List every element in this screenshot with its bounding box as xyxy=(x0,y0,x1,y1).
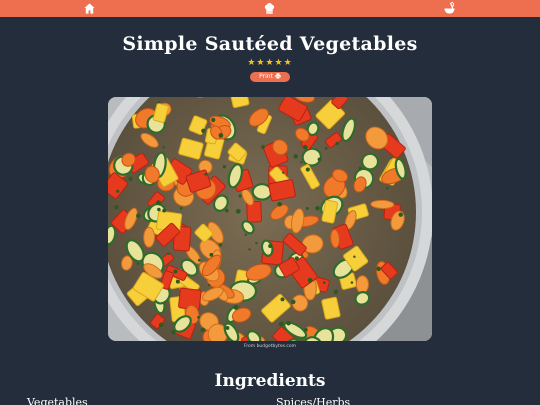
herb-fleck xyxy=(167,252,170,255)
herb-fleck xyxy=(322,281,326,284)
herb-fleck xyxy=(280,297,285,302)
sauteed-vegetables-photo xyxy=(108,97,432,341)
herb-fleck xyxy=(261,145,266,149)
herb-fleck xyxy=(175,279,180,284)
herb-fleck xyxy=(294,256,299,261)
herb-fleck xyxy=(286,320,291,326)
herb-fleck xyxy=(128,176,133,181)
herb-fleck xyxy=(291,299,296,305)
herb-fleck xyxy=(293,154,298,159)
herb-fleck xyxy=(158,322,164,328)
herb-fleck xyxy=(179,207,183,210)
herb-fleck xyxy=(324,147,328,150)
herb-fleck xyxy=(305,206,309,210)
herb-fleck xyxy=(233,304,239,310)
bowl-whisk-icon[interactable] xyxy=(443,2,456,15)
herb-fleck xyxy=(136,213,141,219)
herb-fleck xyxy=(398,212,403,217)
herb-fleck xyxy=(277,201,283,207)
print-button[interactable]: Print xyxy=(250,72,290,82)
herb-fleck xyxy=(255,241,258,245)
herb-fleck xyxy=(335,141,339,146)
printer-icon xyxy=(275,72,281,79)
herb-fleck xyxy=(218,243,223,247)
recipe-photo xyxy=(108,97,432,341)
herb-fleck xyxy=(218,133,224,138)
herb-fleck xyxy=(268,244,273,249)
house-icon[interactable] xyxy=(83,2,96,15)
chef-hat-icon[interactable] xyxy=(263,2,276,15)
herb-fleck xyxy=(209,252,214,257)
herb-fleck xyxy=(197,258,201,262)
herb-fleck xyxy=(201,128,206,133)
herb-fleck xyxy=(358,166,362,170)
top-nav-bar xyxy=(0,0,540,17)
star-rating: ★★★★★ xyxy=(247,58,293,68)
herb-fleck xyxy=(211,117,216,123)
herb-fleck xyxy=(173,269,178,274)
herb-fleck xyxy=(197,316,200,319)
herb-fleck xyxy=(282,171,285,174)
herb-fleck xyxy=(235,208,241,214)
herb-fleck xyxy=(204,172,208,176)
herb-fleck xyxy=(207,283,211,287)
herb-fleck xyxy=(156,200,161,206)
recipe-title: Simple Sautéed Vegetables xyxy=(122,33,418,55)
herb-fleck xyxy=(162,208,167,213)
herb-fleck xyxy=(224,208,229,213)
herb-fleck xyxy=(304,328,308,332)
herb-fleck xyxy=(353,255,356,258)
herb-fleck xyxy=(171,330,176,335)
herb-fleck xyxy=(350,281,354,284)
herb-fleck xyxy=(222,164,227,169)
ingredients-heading: Ingredients xyxy=(214,371,326,391)
herb-fleck xyxy=(157,100,161,104)
herb-fleck xyxy=(317,157,322,162)
vegetable-piece xyxy=(360,152,380,171)
herb-fleck xyxy=(200,327,206,333)
ingredient-group-vegetables: Vegetables xyxy=(27,396,88,405)
herb-fleck xyxy=(238,194,242,198)
herb-fleck xyxy=(244,233,248,237)
ingredient-group-spices-herbs: Spices/Herbs xyxy=(276,396,351,405)
herb-fleck xyxy=(302,144,308,150)
herb-fleck xyxy=(333,289,339,295)
herb-fleck xyxy=(225,325,230,330)
herb-fleck xyxy=(136,262,140,265)
herb-fleck xyxy=(116,189,120,193)
herb-fleck xyxy=(278,321,284,327)
herb-fleck xyxy=(157,207,161,212)
vegetable-piece xyxy=(143,226,156,248)
herb-fleck xyxy=(376,266,381,272)
vegetable-piece xyxy=(370,199,395,209)
print-button-label: Print xyxy=(259,73,273,80)
herb-fleck xyxy=(307,277,313,283)
herb-fleck xyxy=(305,167,310,172)
herb-fleck xyxy=(315,205,320,211)
vegetable-piece xyxy=(355,275,369,294)
herb-fleck xyxy=(300,161,303,164)
image-credit: From budgetbytes.com xyxy=(244,344,296,349)
herb-fleck xyxy=(162,146,165,149)
herb-fleck xyxy=(386,186,389,190)
herb-fleck xyxy=(114,205,119,210)
herb-fleck xyxy=(248,248,251,251)
